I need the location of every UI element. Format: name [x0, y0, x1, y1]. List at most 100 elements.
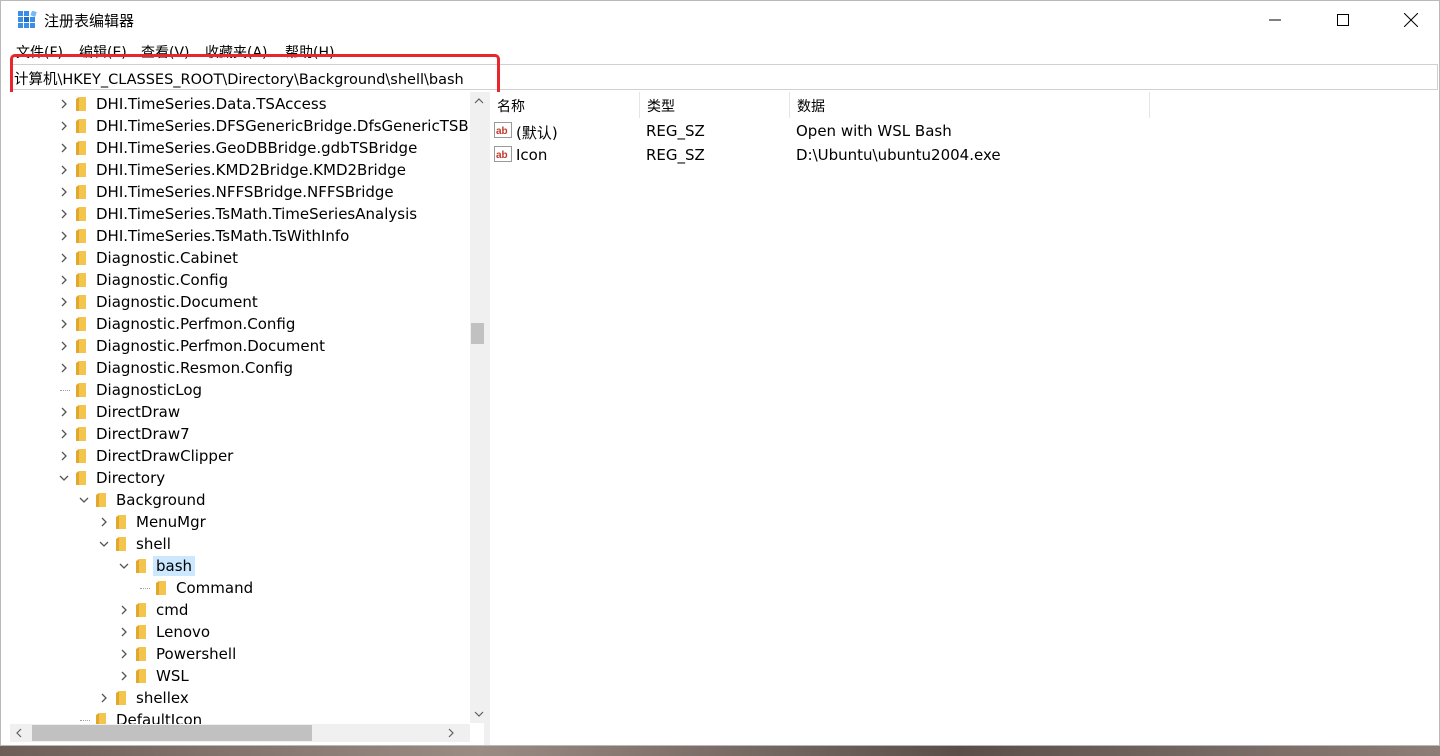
tree-node-label: Powershell: [156, 645, 237, 663]
tree-node-label: DHI.TimeSeries.TsMath.TimeSeriesAnalysis: [96, 205, 418, 223]
tree-node[interactable]: WSL: [10, 665, 470, 687]
folder-icon: [76, 207, 86, 221]
regedit-app-icon: [18, 11, 37, 28]
folder-icon: [76, 273, 86, 287]
chevron-right-icon[interactable]: [58, 361, 70, 375]
menu-view[interactable]: 查看(V): [141, 42, 190, 62]
tree-connector: [80, 720, 90, 721]
folder-icon: [76, 361, 86, 375]
chevron-down-icon: [474, 711, 484, 717]
chevron-right-icon[interactable]: [58, 141, 70, 155]
tree-node[interactable]: DHI.TimeSeries.NFFSBridge.NFFSBridge: [10, 181, 470, 203]
tree-node[interactable]: Background: [10, 489, 470, 511]
tree-node[interactable]: Diagnostic.Resmon.Config: [10, 357, 470, 379]
tree-node-label: DHI.TimeSeries.TsMath.TsWithInfo: [96, 227, 350, 245]
tree-node[interactable]: shellex: [10, 687, 470, 709]
chevron-right-icon[interactable]: [58, 449, 70, 463]
tree-node[interactable]: cmd: [10, 599, 470, 621]
chevron-right-icon[interactable]: [58, 207, 70, 221]
tree-node[interactable]: Diagnostic.Cabinet: [10, 247, 470, 269]
chevron-right-icon[interactable]: [58, 251, 70, 265]
value-name: Icon: [516, 146, 548, 164]
tree-node[interactable]: Diagnostic.Config: [10, 269, 470, 291]
tree-node[interactable]: Command: [10, 577, 470, 599]
tree-node[interactable]: Lenovo: [10, 621, 470, 643]
chevron-right-icon[interactable]: [118, 625, 130, 639]
chevron-right-icon[interactable]: [58, 185, 70, 199]
tree-node[interactable]: DirectDrawClipper: [10, 445, 470, 467]
chevron-right-icon[interactable]: [58, 317, 70, 331]
tree-node[interactable]: Diagnostic.Document: [10, 291, 470, 313]
tree-horizontal-scrollbar[interactable]: [10, 724, 470, 742]
menu-favorites[interactable]: 收藏夹(A): [205, 42, 268, 62]
minimize-button[interactable]: [1252, 1, 1298, 39]
column-header-type[interactable]: 类型: [640, 92, 790, 118]
menu-help[interactable]: 帮助(H): [285, 42, 334, 62]
scroll-left-button[interactable]: [10, 724, 28, 742]
folder-icon: [116, 537, 126, 551]
chevron-down-icon[interactable]: [58, 471, 70, 485]
chevron-right-icon[interactable]: [58, 97, 70, 111]
maximize-button[interactable]: [1320, 1, 1366, 39]
tree-node[interactable]: DirectDraw: [10, 401, 470, 423]
chevron-right-icon[interactable]: [58, 427, 70, 441]
tree-node[interactable]: Diagnostic.Perfmon.Config: [10, 313, 470, 335]
title-bar[interactable]: 注册表编辑器: [1, 1, 1439, 39]
folder-icon: [136, 669, 146, 683]
scroll-up-button[interactable]: [470, 92, 484, 110]
tree-node[interactable]: DHI.TimeSeries.KMD2Bridge.KMD2Bridge: [10, 159, 470, 181]
folder-icon: [76, 141, 86, 155]
tree-node[interactable]: bash: [10, 555, 470, 577]
tree-node[interactable]: DHI.TimeSeries.Data.TSAccess: [10, 93, 470, 115]
value-row[interactable]: ab (默认) REG_SZ Open with WSL Bash: [490, 119, 1435, 143]
scroll-right-button[interactable]: [442, 724, 460, 742]
tree-node[interactable]: Powershell: [10, 643, 470, 665]
chevron-down-icon[interactable]: [78, 493, 90, 507]
chevron-right-icon[interactable]: [58, 229, 70, 243]
tree-node[interactable]: DiagnosticLog: [10, 379, 470, 401]
tree-node-label: DHI.TimeSeries.DFSGenericBridge.DfsGener…: [96, 117, 475, 135]
vertical-scroll-thumb[interactable]: [471, 323, 484, 344]
address-bar[interactable]: 计算机\HKEY_CLASSES_ROOT\Directory\Backgrou…: [10, 64, 1438, 90]
chevron-right-icon[interactable]: [118, 669, 130, 683]
chevron-right-icon[interactable]: [58, 119, 70, 133]
tree-node[interactable]: DirectDraw7: [10, 423, 470, 445]
tree-node[interactable]: MenuMgr: [10, 511, 470, 533]
tree-node[interactable]: shell: [10, 533, 470, 555]
folder-icon: [76, 449, 86, 463]
chevron-down-icon[interactable]: [118, 559, 130, 573]
folder-icon: [96, 493, 106, 507]
horizontal-scroll-thumb[interactable]: [32, 725, 312, 741]
value-name: (默认): [516, 124, 558, 142]
menu-file[interactable]: 文件(F): [16, 42, 63, 62]
tree-node[interactable]: DHI.TimeSeries.TsMath.TimeSeriesAnalysis: [10, 203, 470, 225]
tree-node[interactable]: Directory: [10, 467, 470, 489]
chevron-down-icon[interactable]: [98, 537, 110, 551]
chevron-right-icon[interactable]: [58, 339, 70, 353]
chevron-right-icon[interactable]: [58, 163, 70, 177]
value-row[interactable]: ab Icon REG_SZ D:\Ubuntu\ubuntu2004.exe: [490, 143, 1435, 167]
tree-node[interactable]: DHI.TimeSeries.GeoDBBridge.gdbTSBridge: [10, 137, 470, 159]
chevron-right-icon[interactable]: [58, 295, 70, 309]
chevron-right-icon[interactable]: [98, 691, 110, 705]
window-title: 注册表编辑器: [44, 12, 135, 30]
tree-node-label: Directory: [96, 469, 166, 487]
close-button[interactable]: [1388, 1, 1434, 39]
folder-icon: [136, 625, 146, 639]
scroll-down-button[interactable]: [470, 705, 484, 723]
chevron-right-icon[interactable]: [118, 603, 130, 617]
folder-icon: [116, 691, 126, 705]
chevron-right-icon[interactable]: [118, 647, 130, 661]
tree-node[interactable]: DHI.TimeSeries.TsMath.TsWithInfo: [10, 225, 470, 247]
column-header-name[interactable]: 名称: [490, 92, 640, 118]
chevron-right-icon[interactable]: [58, 405, 70, 419]
tree-node-label: Diagnostic.Document: [96, 293, 258, 311]
chevron-right-icon[interactable]: [58, 273, 70, 287]
chevron-up-icon: [474, 98, 484, 104]
column-header-data[interactable]: 数据: [790, 92, 1150, 118]
chevron-right-icon[interactable]: [98, 515, 110, 529]
tree-vertical-scrollbar[interactable]: [470, 92, 484, 723]
menu-edit[interactable]: 编辑(E): [79, 42, 127, 62]
tree-node[interactable]: Diagnostic.Perfmon.Document: [10, 335, 470, 357]
tree-node[interactable]: DHI.TimeSeries.DFSGenericBridge.DfsGener…: [10, 115, 475, 137]
